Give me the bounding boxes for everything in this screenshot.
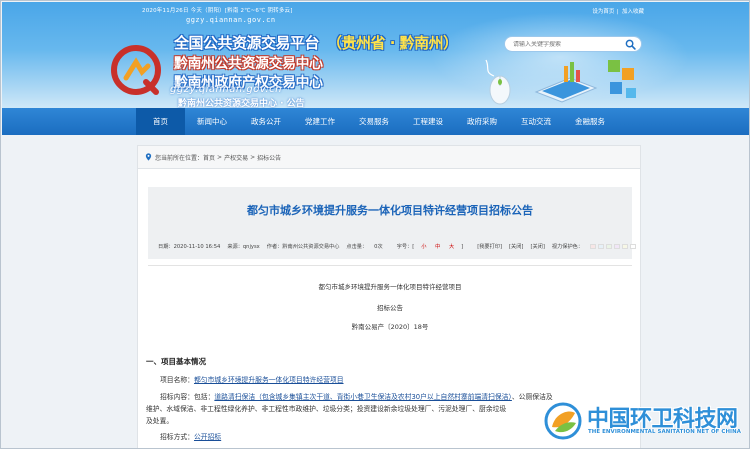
breadcrumb-separator: > xyxy=(250,153,256,161)
nav-item-finance[interactable]: 金融服务 xyxy=(563,108,617,135)
set-homepage-link[interactable]: 设为首页 xyxy=(592,9,614,15)
mouse-decoration-icon xyxy=(485,59,511,105)
font-medium-link[interactable]: 中 xyxy=(435,244,440,250)
project-name-row: 项目名称：都匀市城乡环境提升服务一体化项目特许经营项目 xyxy=(160,375,630,386)
top-links: 设为首页 | 加入收藏 xyxy=(592,9,644,15)
date-weather: 2020年11月26日 今天（阴阳）[黔南 2℃~6℃ 阴转多云] xyxy=(142,8,293,14)
meta-font-size: 字号：[小 中 大] xyxy=(396,244,464,250)
breadcrumb-property-trading[interactable]: 产权交易 xyxy=(224,153,248,162)
section-heading: 一、项目基本情况 xyxy=(146,357,206,366)
nav-items: 首页 新闻中心 政务公开 党建工作 交易服务 工程建设 政府采购 互动交流 金融… xyxy=(136,108,617,135)
breadcrumb-separator: > xyxy=(217,153,223,161)
watermark-subtitle: THE ENVIRONMENTAL SANITATION NET OF CHIN… xyxy=(588,429,742,435)
main-nav: 首页 新闻中心 政务公开 党建工作 交易服务 工程建设 政府采购 互动交流 金融… xyxy=(2,108,749,135)
color-swatch[interactable] xyxy=(606,244,613,249)
nav-item-trading[interactable]: 交易服务 xyxy=(347,108,401,135)
article-title: 都匀市城乡环境提升服务一体化项目特许经营项目招标公告 xyxy=(247,204,533,217)
color-swatch[interactable] xyxy=(614,244,621,249)
body-project-name: 都匀市城乡环境提升服务一体化项目特许经营项目 xyxy=(318,283,462,291)
nav-item-interaction[interactable]: 互动交流 xyxy=(509,108,563,135)
font-small-link[interactable]: 小 xyxy=(421,244,426,250)
page-frame: 2020年11月26日 今天（阴阳）[黔南 2℃~6℃ 阴转多云] 设为首页 | … xyxy=(0,0,750,449)
meta-clicks-value: 0次 xyxy=(374,244,383,250)
body-notice-code: 黔南公易产〔2020〕18号 xyxy=(351,323,429,331)
color-swatches xyxy=(590,244,637,249)
platform-title: 全国公共资源交易平台 （贵州省 · 黔南州） xyxy=(174,34,458,52)
body-notice-label: 招标公告 xyxy=(377,304,403,312)
color-swatch[interactable] xyxy=(598,244,605,249)
center-subtitle: 黔南州公共资源交易中心 · 公告 xyxy=(178,99,305,108)
eye-care-label: 视力保护色： xyxy=(551,244,584,250)
print-link[interactable]: [我要打印] xyxy=(477,243,502,250)
nav-item-procurement[interactable]: 政府采购 xyxy=(455,108,509,135)
site-header: 2020年11月26日 今天（阴阳）[黔南 2℃~6℃ 阴转多云] 设为首页 | … xyxy=(2,2,749,108)
nav-item-party[interactable]: 党建工作 xyxy=(293,108,347,135)
cubes-decoration-icon xyxy=(608,60,636,98)
project-name-value: 都匀市城乡环境提升服务一体化项目特许经营项目 xyxy=(193,376,344,384)
breadcrumb: 您当前所在位置： 首页 > 产权交易 > 招标公告 xyxy=(137,145,641,169)
domain-small: ggzy.qiannan.gov.cn xyxy=(186,16,276,24)
watermark: 中国环卫科技网 THE ENVIRONMENTAL SANITATION NET… xyxy=(543,397,749,445)
article-header: 都匀市城乡环境提升服务一体化项目特许经营项目招标公告 日期：2020-11-10… xyxy=(148,187,637,259)
province-label: （贵州省 · 黔南州） xyxy=(327,34,458,52)
search-box xyxy=(504,36,642,52)
meta-author: 作者：黔南州公共资源交易中心 xyxy=(266,244,340,250)
article-meta: 日期：2020-11-10 16:54 来源：qnjysx 作者：黔南州公共资源… xyxy=(158,243,637,250)
globe-leaf-logo-icon xyxy=(544,402,582,440)
breadcrumb-prefix: 您当前所在位置： xyxy=(155,154,204,162)
breadcrumb-home[interactable]: 首页 xyxy=(203,153,215,162)
site-titles: 全国公共资源交易平台 （贵州省 · 黔南州） 黔南州公共资源交易中心 黔南州政府产… xyxy=(174,32,458,92)
site-logo-icon xyxy=(111,45,161,95)
breadcrumb-tender-notice[interactable]: 招标公告 xyxy=(257,153,281,162)
tender-method-label: 招标方式： xyxy=(160,433,194,441)
tablet-decoration-icon xyxy=(534,62,598,103)
search-input[interactable] xyxy=(513,40,623,48)
color-swatch[interactable] xyxy=(590,244,597,249)
close-link[interactable]: [关闭] xyxy=(509,243,523,250)
center-title: 黔南州公共资源交易中心 xyxy=(174,56,323,72)
search-icon[interactable] xyxy=(625,39,636,50)
nav-item-news[interactable]: 新闻中心 xyxy=(185,108,239,135)
tender-method-value: 公开招标 xyxy=(193,433,222,441)
project-name-label: 项目名称： xyxy=(160,376,194,384)
article-divider xyxy=(148,265,632,266)
tender-content-label: 招标内容： xyxy=(160,393,194,401)
domain-large: ggzy.qiannan.gov.cn xyxy=(170,84,282,95)
add-favorite-link[interactable]: 加入收藏 xyxy=(622,9,644,15)
nav-item-construction[interactable]: 工程建设 xyxy=(401,108,455,135)
location-pin-icon xyxy=(145,153,152,161)
tender-content-underlined: 道路清扫保洁（包含城乡集镇主次干道、背街小巷卫生保洁及农村30户以上自然村寨前端… xyxy=(214,393,512,401)
meta-date: 日期：2020-11-10 16:54 xyxy=(158,244,221,250)
color-swatch[interactable] xyxy=(622,244,629,249)
nav-item-government[interactable]: 政务公开 xyxy=(239,108,293,135)
color-swatch[interactable] xyxy=(630,244,637,249)
close-link-2[interactable]: [关闭] xyxy=(530,243,544,250)
meta-source: 来源：qnjysx xyxy=(227,244,260,250)
font-large-link[interactable]: 大 xyxy=(449,244,454,250)
meta-clicks: 点击量： 0次 xyxy=(346,244,383,250)
nav-item-home[interactable]: 首页 xyxy=(136,108,185,135)
